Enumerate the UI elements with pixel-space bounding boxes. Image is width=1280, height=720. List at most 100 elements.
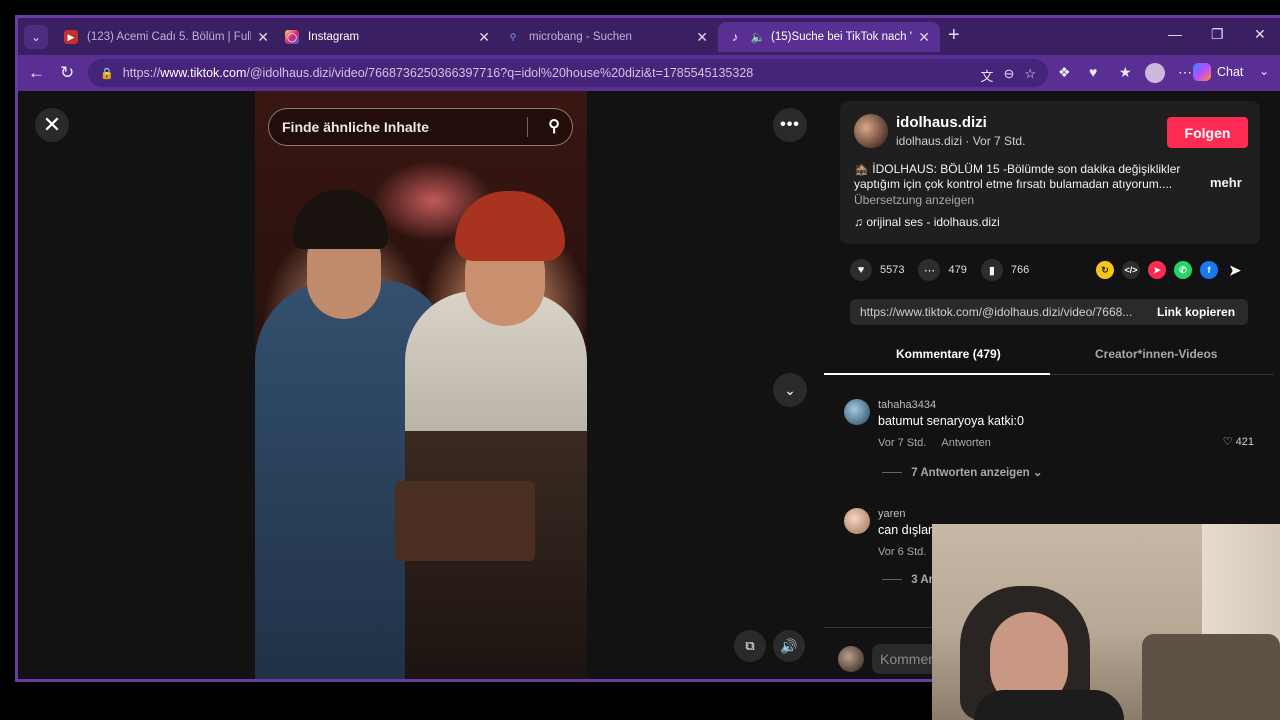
comment-text: batumut senaryoya katki:0 xyxy=(878,414,1024,428)
copy-link-button[interactable]: Link kopieren xyxy=(1157,305,1235,319)
profile-avatar[interactable] xyxy=(1145,63,1165,83)
comment-item: tahaha3434 batumut senaryoya katki:0 Vor… xyxy=(844,399,1264,489)
more-options-button[interactable]: ••• xyxy=(773,108,807,142)
heart-icon: ♥ xyxy=(850,259,872,281)
url-path: /@idolhaus.dizi/video/766873625036639771… xyxy=(246,66,754,80)
performance-icon[interactable]: ♥ xyxy=(1089,64,1097,80)
favorite-star-icon[interactable]: ☆ xyxy=(1024,66,1036,85)
comment-username[interactable]: yaren xyxy=(878,508,906,520)
minimize-button[interactable]: — xyxy=(1168,26,1182,42)
video-frame-figure xyxy=(293,189,388,249)
tab-title: microbang - Suchen xyxy=(529,31,632,43)
follow-button[interactable]: Folgen xyxy=(1167,117,1248,148)
volume-icon[interactable]: 🔊 xyxy=(773,630,805,662)
save-button[interactable]: ▮ 766 xyxy=(980,259,1030,281)
post-info-card: idolhaus.dizi idolhaus.dizi · Vor 7 Std.… xyxy=(840,101,1260,244)
share-arrow-icon[interactable]: ➤ xyxy=(1226,261,1244,279)
send-icon[interactable]: ➤ xyxy=(1148,261,1166,279)
avatar[interactable] xyxy=(854,114,888,148)
favorites-icon[interactable]: ★ xyxy=(1119,64,1132,81)
comment-button[interactable]: ⋯ 479 xyxy=(918,259,967,281)
picture-in-picture-icon[interactable]: ⧉ xyxy=(734,630,766,662)
facebook-icon[interactable]: f xyxy=(1200,261,1218,279)
show-replies-button[interactable]: 3 An xyxy=(882,574,936,586)
tab-bar: ⌄ ▶ (123) Acemi Cadı 5. Bölüm | Full Bö … xyxy=(18,18,1280,55)
new-tab-button[interactable]: + xyxy=(948,24,960,47)
divider xyxy=(527,117,528,137)
search-icon[interactable]: ⚲ xyxy=(548,116,560,136)
url-scheme: https:// xyxy=(122,66,161,80)
video-player[interactable]: Finde ähnliche Inhalte ⚲ xyxy=(255,91,587,679)
close-tab-icon[interactable]: ✕ xyxy=(257,29,269,46)
settings-more-icon[interactable]: ⋯ xyxy=(1178,64,1192,81)
tab-title: (15)Suche bei TikTok nach 'ido xyxy=(771,31,913,43)
avatar[interactable] xyxy=(844,508,870,534)
more-link[interactable]: mehr xyxy=(1210,175,1242,190)
search-placeholder: Finde ähnliche Inhalte xyxy=(282,119,430,135)
reload-icon[interactable]: ↻ xyxy=(60,63,74,83)
chat-label: Chat xyxy=(1217,65,1244,79)
tab-title: Instagram xyxy=(308,31,360,43)
back-icon[interactable]: ← xyxy=(28,63,45,83)
tab-actions-menu[interactable]: ⌄ xyxy=(24,25,48,49)
sound-link[interactable]: ♫ orijinal ses - idolhaus.dizi xyxy=(854,215,1000,229)
comment-username[interactable]: tahaha3434 xyxy=(878,399,936,411)
tab-creator-videos[interactable]: Creator*innen-Videos xyxy=(1095,347,1217,361)
avatar[interactable] xyxy=(844,399,870,425)
restore-button[interactable]: ❐ xyxy=(1211,26,1224,43)
save-count: 766 xyxy=(1010,264,1030,276)
comment-time: Vor 6 Std. xyxy=(878,546,927,558)
whatsapp-icon[interactable]: ✆ xyxy=(1174,261,1192,279)
translate-icon[interactable]: 文 xyxy=(980,66,993,85)
url-host: www.tiktok.com xyxy=(160,66,247,80)
close-tab-icon[interactable]: ✕ xyxy=(696,29,708,46)
comment-text: can dışlan xyxy=(878,523,935,537)
webcam-overlay xyxy=(932,524,1280,720)
close-tab-icon[interactable]: ✕ xyxy=(478,29,490,46)
video-frame-figure xyxy=(455,191,565,261)
like-count: 5573 xyxy=(880,264,905,276)
comment-like-count: 421 xyxy=(1235,436,1254,448)
youtube-icon: ▶ xyxy=(64,30,78,44)
speaker-icon[interactable]: 🔈 xyxy=(751,30,766,44)
tab-tiktok[interactable]: ♪ 🔈 (15)Suche bei TikTok nach 'ido ✕ xyxy=(718,22,940,52)
copilot-chat-button[interactable]: Chat xyxy=(1193,63,1243,81)
share-url[interactable]: https://www.tiktok.com/@idolhaus.dizi/vi… xyxy=(850,305,1145,319)
comment-count: 479 xyxy=(948,264,967,276)
comment-like-button[interactable]: ♡ 421 xyxy=(1223,435,1254,448)
tab-youtube[interactable]: ▶ (123) Acemi Cadı 5. Bölüm | Full Bö ✕ xyxy=(54,22,279,52)
next-video-button[interactable]: ⌄ xyxy=(773,373,807,407)
url-field[interactable]: 🔒 https:// www.tiktok.com /@idolhaus.diz… xyxy=(88,59,1048,87)
webcam-background xyxy=(1142,634,1280,720)
post-username[interactable]: idolhaus.dizi xyxy=(896,114,987,131)
comment-meta: Vor 6 Std. xyxy=(878,546,926,558)
copilot-icon xyxy=(1193,63,1211,81)
close-video-button[interactable]: ✕ xyxy=(35,108,69,142)
address-bar-row: ← ↻ 🔒 https:// www.tiktok.com /@idolhaus… xyxy=(18,55,1280,91)
comment-icon: ⋯ xyxy=(918,259,941,281)
search-icon: ⚲ xyxy=(509,31,517,42)
avatar xyxy=(838,646,864,672)
translate-link[interactable]: Übersetzung anzeigen xyxy=(854,193,974,207)
embed-icon[interactable]: </> xyxy=(1122,261,1140,279)
like-button[interactable]: ♥ 5573 xyxy=(850,259,904,281)
post-meta: idolhaus.dizi · Vor 7 Std. xyxy=(896,134,1026,148)
extensions-icon[interactable]: ❖ xyxy=(1058,64,1071,81)
close-tab-icon[interactable]: ✕ xyxy=(918,29,930,46)
reply-button[interactable]: Antworten xyxy=(941,437,991,449)
comment-tabs: Kommentare (479) Creator*innen-Videos xyxy=(824,335,1274,375)
show-replies-button[interactable]: 7 Antworten anzeigen ⌄ xyxy=(882,465,1042,479)
chevron-down-icon[interactable]: ⌄ xyxy=(1259,64,1269,78)
comment-meta: Vor 7 Std. Antworten xyxy=(878,437,991,449)
active-tab-underline xyxy=(824,373,1050,375)
close-window-button[interactable]: ✕ xyxy=(1254,26,1266,43)
chevron-down-icon: ⌄ xyxy=(1032,467,1043,479)
tiktok-icon: ♪ xyxy=(732,30,738,44)
post-description: 🏚️ İDOLHAUS: BÖLÜM 15 -Bölümde son dakik… xyxy=(854,162,1181,191)
zoom-icon[interactable]: ⊖ xyxy=(1003,66,1014,85)
tab-bing[interactable]: ⚲ microbang - Suchen ✕ xyxy=(496,22,718,52)
tab-comments[interactable]: Kommentare (479) xyxy=(896,347,1001,361)
similar-content-search[interactable]: Finde ähnliche Inhalte ⚲ xyxy=(268,108,573,146)
repost-icon[interactable]: ↻ xyxy=(1096,261,1114,279)
tab-instagram[interactable]: ◯ Instagram ✕ xyxy=(275,22,500,52)
